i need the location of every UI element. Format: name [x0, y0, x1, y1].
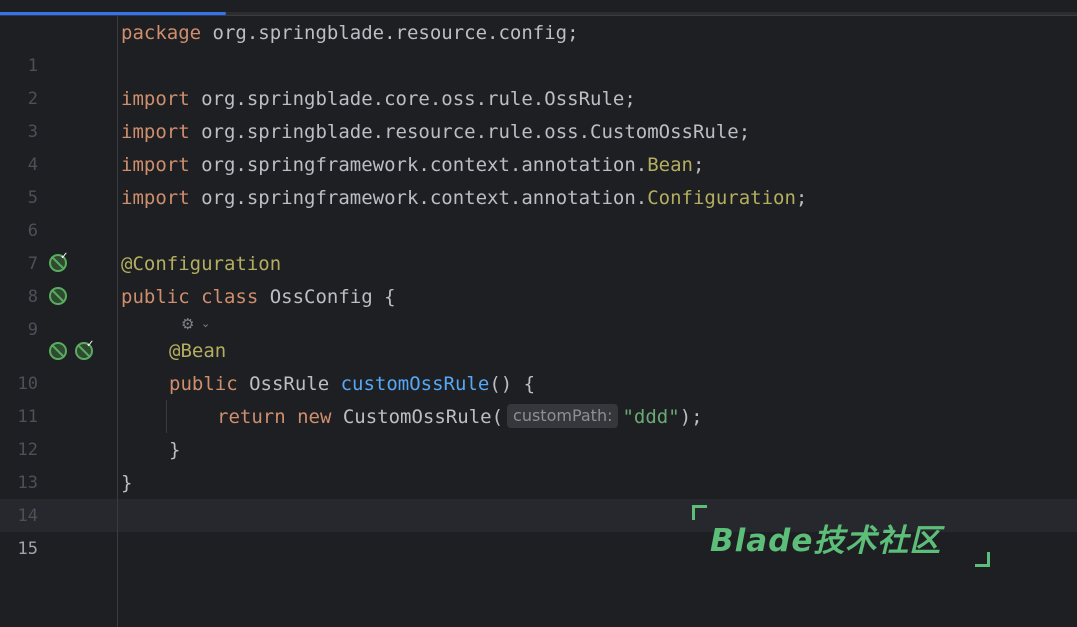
closing-brace: }: [121, 472, 133, 494]
code-line[interactable]: 13 }: [0, 434, 1077, 493]
import-path: org.springframework.context.annotation.: [189, 154, 648, 176]
code-line[interactable]: 11 public OssRule customOssRule() {: [0, 368, 1077, 427]
class-declaration: OssConfig {: [258, 286, 396, 308]
code-line[interactable]: 1 package org.springblade.resource.confi…: [0, 17, 1077, 76]
keyword: import: [121, 187, 190, 209]
semicolon: ;: [795, 187, 808, 209]
keyword: import: [121, 88, 190, 110]
spring-bean-icon[interactable]: [49, 342, 67, 360]
code-line[interactable]: 7: [0, 215, 1077, 274]
method-name: customOssRule: [340, 373, 490, 395]
import-path: org.springblade.core.oss.rule.OssRule;: [189, 88, 636, 110]
code-line[interactable]: 9 public class OssConfig {: [0, 281, 1077, 340]
package-path: org.springblade.resource.config;: [201, 22, 579, 44]
chevron-down-icon[interactable]: ⌄: [201, 316, 210, 332]
code-line[interactable]: 8 @Configuration: [0, 248, 1077, 307]
keyword: import: [121, 154, 190, 176]
call-end: );: [679, 406, 703, 428]
import-path: org.springframework.context.annotation.: [189, 187, 648, 209]
import-class: Configuration: [647, 187, 796, 209]
import-class: Bean: [647, 154, 693, 176]
import-path: org.springblade.resource.rule.oss.Custom…: [189, 121, 751, 143]
watermark: Blade技术社区: [692, 505, 992, 567]
annotation: @Bean: [169, 340, 227, 362]
code-line[interactable]: 6 import org.springframework.context.ann…: [0, 182, 1077, 241]
check-icon: ✓: [86, 339, 95, 350]
code-line[interactable]: 10 @Bean: [0, 335, 1077, 394]
line-number[interactable]: 15: [0, 533, 38, 566]
keyword: import: [121, 121, 190, 143]
inlay-ai-icon[interactable]: ⚙: [181, 316, 194, 332]
parameter-hint: customPath:: [507, 404, 619, 428]
keyword: public: [169, 373, 238, 395]
bracket-bottom-right: [975, 552, 990, 567]
semicolon: ;: [692, 154, 705, 176]
code-line[interactable]: 2: [0, 50, 1077, 109]
editor-top-border: [0, 15, 1077, 16]
code-line[interactable]: 4 import org.springblade.resource.rule.o…: [0, 116, 1077, 175]
string-literal: "ddd": [622, 406, 680, 428]
keyword: return: [217, 406, 286, 428]
closing-brace: }: [169, 439, 181, 461]
keyword: package: [121, 22, 202, 44]
keyword: new: [297, 406, 332, 428]
code-line[interactable]: 12 return new CustomOssRule(customPath: "…: [0, 401, 1077, 460]
constructor-call: CustomOssRule(: [331, 406, 504, 428]
code-line[interactable]: 5 import org.springframework.context.ann…: [0, 149, 1077, 208]
check-icon: ✓: [60, 251, 69, 262]
spring-bean-icon[interactable]: [49, 287, 67, 305]
code-line[interactable]: 14 }: [0, 467, 1077, 526]
annotation: @Configuration: [121, 253, 282, 275]
keyword: class: [201, 286, 259, 308]
code-line[interactable]: 3 import org.springblade.core.oss.rule.O…: [0, 83, 1077, 142]
keyword: public: [121, 286, 190, 308]
return-type: OssRule: [237, 373, 341, 395]
bracket-top-left: [692, 505, 707, 520]
method-params: () {: [489, 373, 536, 395]
watermark-text: Blade技术社区: [710, 523, 942, 559]
